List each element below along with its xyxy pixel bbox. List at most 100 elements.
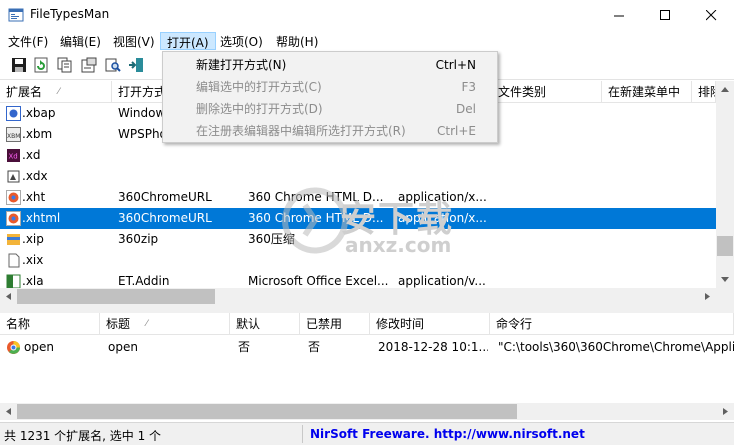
cell-default: 否 (238, 340, 251, 354)
status-divider (302, 425, 303, 443)
menu-file[interactable]: 文件(F) (2, 32, 54, 50)
window-title: FileTypesMan (30, 7, 110, 21)
col-command-line[interactable]: 命令行 (490, 313, 734, 335)
exit-icon (129, 58, 143, 72)
cell-extension: .xdx (22, 169, 48, 183)
xbap-file-icon (6, 106, 21, 121)
menu-item-edit-open-with[interactable]: 编辑选中的打开方式(C) F3 (164, 76, 496, 98)
lower-horizontal-scroll-thumb[interactable] (17, 404, 517, 419)
col-disabled[interactable]: 已禁用 (300, 313, 370, 335)
save-icon (12, 58, 26, 72)
excel-file-icon (6, 274, 21, 288)
cell-extension: .xbm (22, 127, 53, 141)
menu-item-edit-in-regedit[interactable]: 在注册表编辑器中编辑所选打开方式(R) Ctrl+E (164, 120, 496, 142)
save-button[interactable] (9, 55, 29, 75)
actions-list-header: 名称 标题 ⁄ 默认 已禁用 修改时间 命令行 (0, 313, 734, 335)
col-modified[interactable]: 修改时间 (370, 313, 490, 335)
cell-open-with: Window (118, 106, 162, 120)
col-default[interactable]: 默认 (230, 313, 300, 335)
properties-button[interactable] (79, 55, 99, 75)
scroll-left-icon[interactable] (0, 288, 17, 305)
exit-button[interactable] (126, 55, 146, 75)
menu-item-delete-open-with[interactable]: 删除选中的打开方式(D) Del (164, 98, 496, 120)
scroll-right-icon[interactable] (699, 288, 716, 305)
menu-item-label: 新建打开方式(N) (196, 58, 287, 72)
sort-asc-icon: ⁄ (146, 319, 148, 329)
col-name-label: 名称 (6, 317, 31, 331)
minimize-icon (613, 15, 624, 16)
menu-item-shortcut: Ctrl+N (435, 58, 476, 72)
cell-open-with: 360zip (118, 232, 159, 246)
minimize-button[interactable] (596, 0, 642, 30)
col-extension[interactable]: 扩展名 ⁄ (0, 81, 112, 103)
actions-list: open open 否 否 2018-12-28 10:1... "C:\too… (0, 335, 734, 403)
refresh-button[interactable] (31, 55, 51, 75)
cell-title: open (108, 340, 138, 354)
scroll-down-icon[interactable] (716, 271, 734, 288)
col-in-new-menu-label: 在新建菜单中 (608, 85, 681, 99)
cell-open-with: ET.Addin (118, 274, 170, 288)
col-perceived-type[interactable]: 文件类别 (492, 81, 602, 103)
menu-item-label: 编辑选中的打开方式(C) (196, 80, 322, 94)
status-bar: 共 1231 个扩展名, 选中 1 个 NirSoft Freeware. ht… (0, 422, 734, 445)
menu-help[interactable]: 帮助(H) (270, 32, 324, 50)
col-exclude-label: 排除 (698, 85, 715, 99)
title-bar: FileTypesMan (0, 0, 734, 30)
cell-extension: .xla (22, 274, 44, 288)
menu-item-shortcut: Ctrl+E (437, 124, 476, 138)
menu-bar: 文件(F) 编辑(E) 视图(V) 打开(A) 选项(O) 帮助(H) (0, 30, 734, 51)
list-item[interactable]: .xla ET.Addin Microsoft Office Excel... … (0, 271, 716, 288)
vertical-scroll-thumb[interactable] (717, 236, 733, 256)
scroll-up-icon[interactable] (716, 81, 734, 98)
maximize-button[interactable] (642, 0, 688, 30)
status-count: 共 1231 个扩展名, 选中 1 个 (4, 429, 162, 443)
chrome-file-icon (6, 211, 21, 226)
menu-item-label: 在注册表编辑器中编辑所选打开方式(R) (196, 124, 406, 138)
find-icon (105, 58, 121, 72)
cell-open-with: WPSPho (118, 127, 162, 141)
list-item[interactable]: Xd .xd (0, 145, 716, 166)
cell-extension: .xip (22, 232, 44, 246)
col-title-label: 标题 (106, 317, 131, 331)
scroll-right-icon[interactable] (717, 403, 734, 420)
svg-text:XBM: XBM (7, 133, 20, 140)
open-dropdown-menu: 新建打开方式(N) Ctrl+N 编辑选中的打开方式(C) F3 删除选中的打开… (162, 51, 498, 143)
pane-splitter[interactable] (0, 305, 734, 313)
table-row[interactable]: open open 否 否 2018-12-28 10:1... "C:\too… (0, 337, 734, 358)
horizontal-scrollbar[interactable] (0, 288, 716, 305)
cell-type: Microsoft Office Excel... (248, 274, 388, 288)
svg-text:Xd: Xd (9, 153, 18, 161)
col-extension-label: 扩展名 (6, 85, 43, 99)
horizontal-scroll-thumb[interactable] (17, 289, 215, 304)
maximize-icon (659, 9, 670, 20)
cell-extension: .xbap (22, 106, 56, 120)
col-name[interactable]: 名称 (0, 313, 100, 335)
menu-open[interactable]: 打开(A) (160, 32, 216, 50)
list-item[interactable]: .xdx (0, 166, 716, 187)
lower-horizontal-scrollbar[interactable] (0, 403, 734, 420)
copy-icon (57, 57, 72, 73)
find-button[interactable] (103, 55, 123, 75)
menu-edit[interactable]: 编辑(E) (54, 32, 107, 50)
cell-type: 360压缩 (248, 232, 295, 246)
copy-button[interactable] (55, 55, 75, 75)
close-icon (705, 9, 716, 20)
zip-file-icon (7, 234, 20, 245)
menu-item-new-open-with[interactable]: 新建打开方式(N) Ctrl+N (164, 54, 496, 76)
col-title[interactable]: 标题 ⁄ (100, 313, 230, 335)
nirsoft-link[interactable]: NirSoft Freeware. http://www.nirsoft.net (310, 427, 585, 441)
col-exclude[interactable]: 排除 (692, 81, 716, 103)
vertical-scrollbar[interactable] (716, 81, 734, 305)
col-open-with-label: 打开方式 (118, 85, 167, 99)
close-button[interactable] (688, 0, 734, 30)
scroll-left-icon[interactable] (0, 403, 17, 420)
col-perceived-type-label: 文件类别 (498, 85, 547, 99)
menu-item-shortcut: F3 (461, 80, 476, 94)
cell-open-with: 360ChromeURL (118, 190, 212, 204)
xd-file-icon: Xd (7, 149, 20, 162)
menu-view[interactable]: 视图(V) (107, 32, 161, 50)
cell-command-line: "C:\tools\360\360Chrome\Chrome\Appli (498, 340, 734, 354)
col-in-new-menu[interactable]: 在新建菜单中 (602, 81, 692, 103)
menu-options[interactable]: 选项(O) (214, 32, 269, 50)
chrome-file-icon (6, 190, 21, 205)
